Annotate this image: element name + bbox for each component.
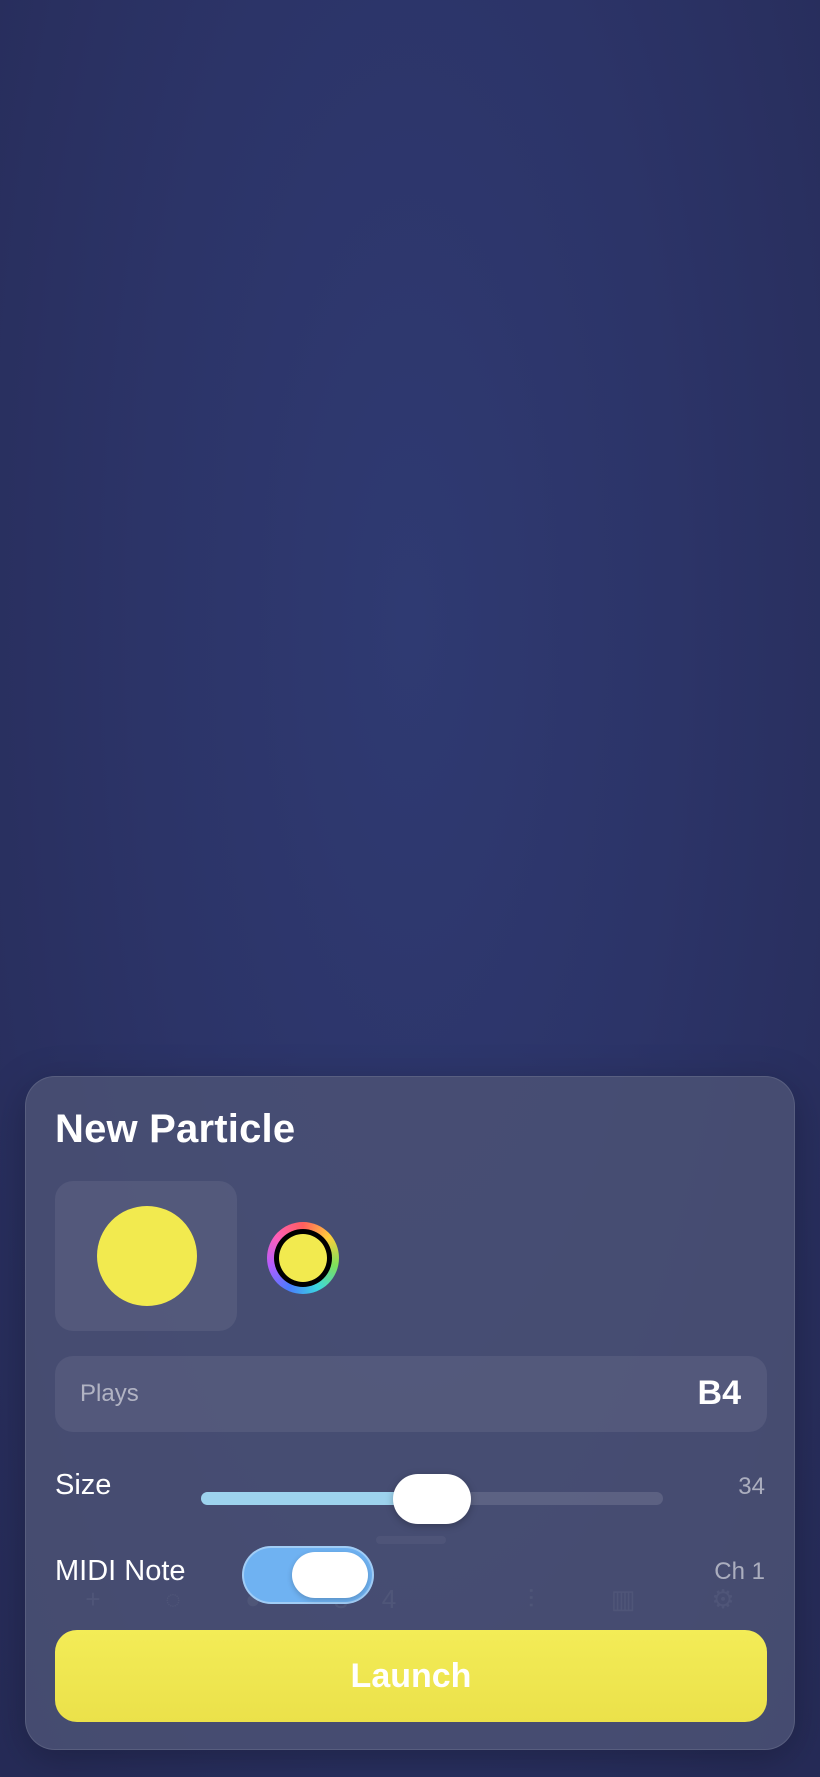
color-wheel-icon — [274, 1229, 332, 1287]
midi-note-toggle[interactable] — [242, 1546, 374, 1604]
size-slider[interactable] — [201, 1474, 663, 1524]
size-label: Size — [55, 1469, 112, 1501]
midi-channel-selector[interactable]: Ch 1 — [714, 1558, 765, 1586]
midi-note-toggle-knob — [292, 1552, 368, 1598]
color-picker-button[interactable] — [267, 1222, 339, 1294]
plays-note-value: B4 — [697, 1374, 741, 1412]
midi-note-label: MIDI Note — [55, 1555, 186, 1587]
size-value: 34 — [738, 1473, 765, 1500]
size-slider-thumb[interactable] — [393, 1474, 471, 1524]
particle-preview[interactable] — [55, 1181, 237, 1331]
new-particle-panel: New Particle Plays B4 Size 34 MIDI Note … — [25, 1076, 795, 1750]
plays-label: Plays — [80, 1380, 139, 1407]
particle-circle-icon — [97, 1206, 197, 1306]
launch-button[interactable]: Launch — [55, 1630, 767, 1722]
selected-color-swatch — [279, 1234, 327, 1282]
panel-title: New Particle — [55, 1107, 296, 1151]
plays-note-selector[interactable]: Plays B4 — [55, 1356, 767, 1432]
